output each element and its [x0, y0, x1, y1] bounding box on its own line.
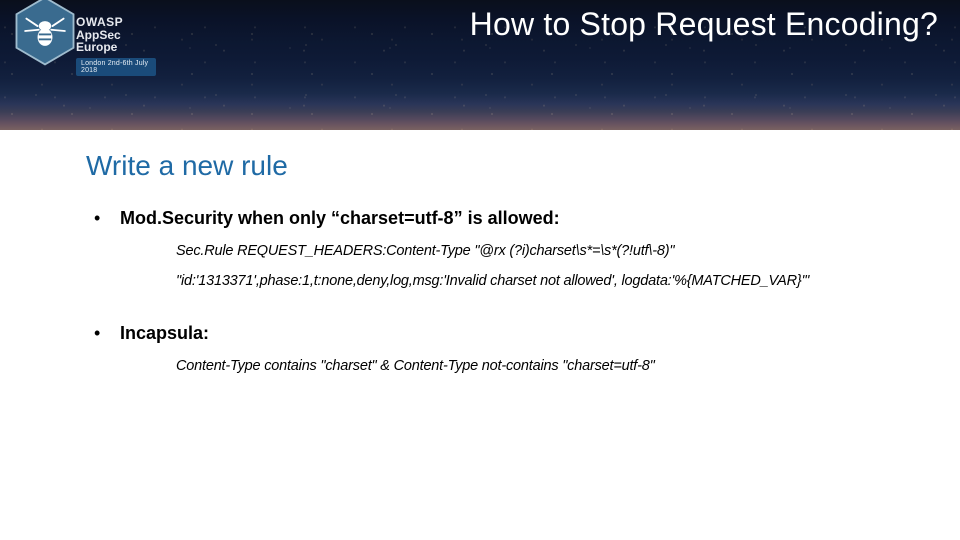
section-title: Write a new rule: [86, 150, 924, 182]
code-line: "id:'1313371',phase:1,t:none,deny,log,ms…: [176, 273, 924, 289]
code-line: Sec.Rule REQUEST_HEADERS:Content-Type "@…: [176, 243, 924, 259]
badge-ribbon: London 2nd-6th July 2018: [76, 58, 156, 77]
slide-content: Write a new rule Mod.Security when only …: [0, 130, 960, 374]
owasp-badge-text: OWASP AppSec Europe London 2nd-6th July …: [76, 16, 156, 77]
item-heading: Mod.Security when only “charset=utf-8” i…: [120, 208, 924, 229]
slide-header: OWASP AppSec Europe London 2nd-6th July …: [0, 0, 960, 130]
owasp-hex-icon: [14, 0, 76, 66]
bullet-list: Mod.Security when only “charset=utf-8” i…: [86, 208, 924, 374]
badge-line2: AppSec Europe: [76, 29, 156, 54]
slide-title: How to Stop Request Encoding?: [470, 6, 938, 43]
code-line: Content-Type contains "charset" & Conten…: [176, 358, 924, 374]
owasp-badge: OWASP AppSec Europe London 2nd-6th July …: [6, 0, 156, 106]
list-item: Mod.Security when only “charset=utf-8” i…: [86, 208, 924, 289]
list-item: Incapsula: Content-Type contains "charse…: [86, 323, 924, 374]
item-heading: Incapsula:: [120, 323, 924, 344]
